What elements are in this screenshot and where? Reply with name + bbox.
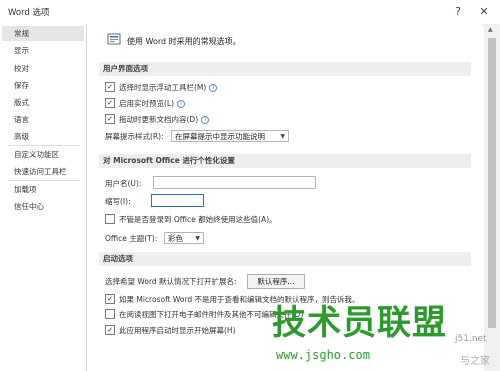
general-settings-icon [107, 33, 121, 45]
live-preview-option[interactable]: ✓ 启用实时预览(L) i [105, 98, 186, 110]
always-use-checkbox[interactable] [105, 214, 115, 224]
section-startup: 启动选项 [99, 252, 471, 266]
office-theme-select[interactable]: 彩色 ▼ [164, 232, 204, 244]
always-use-option[interactable]: 不管是否登录到 Office 都始终使用这些值(A)。 [105, 214, 277, 226]
username-label: 用户名(U): [105, 179, 142, 188]
not-default-checkbox[interactable]: ✓ [105, 294, 115, 304]
title-bar: Word 选项 ? ✕ [0, 0, 500, 25]
mini-toolbar-checkbox[interactable]: ✓ [105, 82, 115, 92]
live-preview-checkbox[interactable]: ✓ [105, 98, 115, 108]
section-ui-options: 用户界面选项 [99, 62, 471, 76]
window-title: Word 选项 [8, 8, 50, 18]
close-button[interactable]: ✕ [474, 3, 494, 20]
vertical-scrollbar[interactable]: ▲ [484, 24, 500, 371]
info-icon: i [209, 84, 218, 92]
chevron-down-icon: ▼ [195, 235, 200, 242]
sidebar-item-add-ins[interactable]: 加载项 [2, 182, 84, 197]
always-use-label: 不管是否登录到 Office 都始终使用这些值(A)。 [119, 215, 277, 224]
sidebar-item-proofing[interactable]: 校对 [2, 61, 84, 76]
open-attachments-checkbox[interactable] [105, 309, 115, 319]
watermark-url: www.jsgho.com [276, 348, 370, 362]
sidebar-divider [8, 180, 80, 181]
live-preview-label: 启用实时预览(L) [119, 99, 175, 108]
sidebar-item-layout[interactable]: 版式 [2, 95, 84, 110]
sidebar-item-save[interactable]: 保存 [2, 78, 84, 93]
sidebar-divider [8, 145, 80, 146]
show-start-option[interactable]: ✓ 此应用程序启动时显示开始屏幕(H) [105, 325, 236, 337]
tooltip-style-select[interactable]: 在屏幕提示中显示功能说明 ▼ [171, 130, 289, 142]
sidebar-item-language[interactable]: 语言 [2, 112, 84, 127]
show-start-label: 此应用程序启动时显示开始屏幕(H) [119, 326, 236, 335]
watermark-side-2: 与之家 [460, 356, 490, 367]
show-start-checkbox[interactable]: ✓ [105, 325, 115, 335]
sidebar-item-trust-center[interactable]: 信任中心 [2, 199, 84, 214]
scroll-up-icon[interactable]: ▲ [488, 26, 493, 33]
username-input[interactable] [153, 176, 316, 189]
default-programs-button[interactable]: 默认程序... [247, 274, 305, 289]
office-theme-value: 彩色 [168, 234, 183, 243]
office-theme-label: Office 主题(T): [105, 234, 158, 243]
sidebar-item-advanced[interactable]: 高级 [2, 129, 84, 144]
sidebar-item-general[interactable]: 常规 [2, 26, 84, 41]
options-sidebar: 常规 显示 校对 保存 版式 语言 高级 自定义功能区 快速访问工具栏 加载项 … [0, 24, 87, 371]
page-intro: 使用 Word 时采用的常规选项。 [127, 37, 241, 46]
initials-label: 缩写(I): [105, 197, 131, 206]
info-icon: i [201, 116, 210, 124]
sidebar-item-customize-ribbon[interactable]: 自定义功能区 [2, 147, 84, 162]
update-drag-label: 拖动时更新文档内容(D) [119, 115, 199, 124]
help-button[interactable]: ? [448, 3, 468, 20]
default-ext-label: 选择希望 Word 默认情况下打开扩展名: [105, 277, 237, 286]
update-drag-option[interactable]: ✓ 拖动时更新文档内容(D) i [105, 114, 210, 126]
tooltip-style-label: 屏幕提示样式(R): [105, 132, 164, 141]
scrollbar-thumb[interactable] [488, 38, 496, 328]
watermark-side: j51.net [455, 334, 487, 344]
watermark-text: 技术员联盟 [272, 303, 447, 343]
chevron-down-icon: ▼ [280, 133, 285, 140]
update-drag-checkbox[interactable]: ✓ [105, 114, 115, 124]
info-icon: i [177, 100, 186, 108]
tooltip-style-value: 在屏幕提示中显示功能说明 [175, 132, 265, 141]
initials-input[interactable] [151, 194, 204, 207]
mini-toolbar-label: 选择时显示浮动工具栏(M) [119, 83, 207, 92]
section-personalize: 对 Microsoft Office 进行个性化设置 [99, 154, 471, 168]
sidebar-item-display[interactable]: 显示 [2, 43, 84, 58]
sidebar-item-quick-access-toolbar[interactable]: 快速访问工具栏 [2, 164, 84, 179]
mini-toolbar-option[interactable]: ✓ 选择时显示浮动工具栏(M) i [105, 82, 218, 94]
